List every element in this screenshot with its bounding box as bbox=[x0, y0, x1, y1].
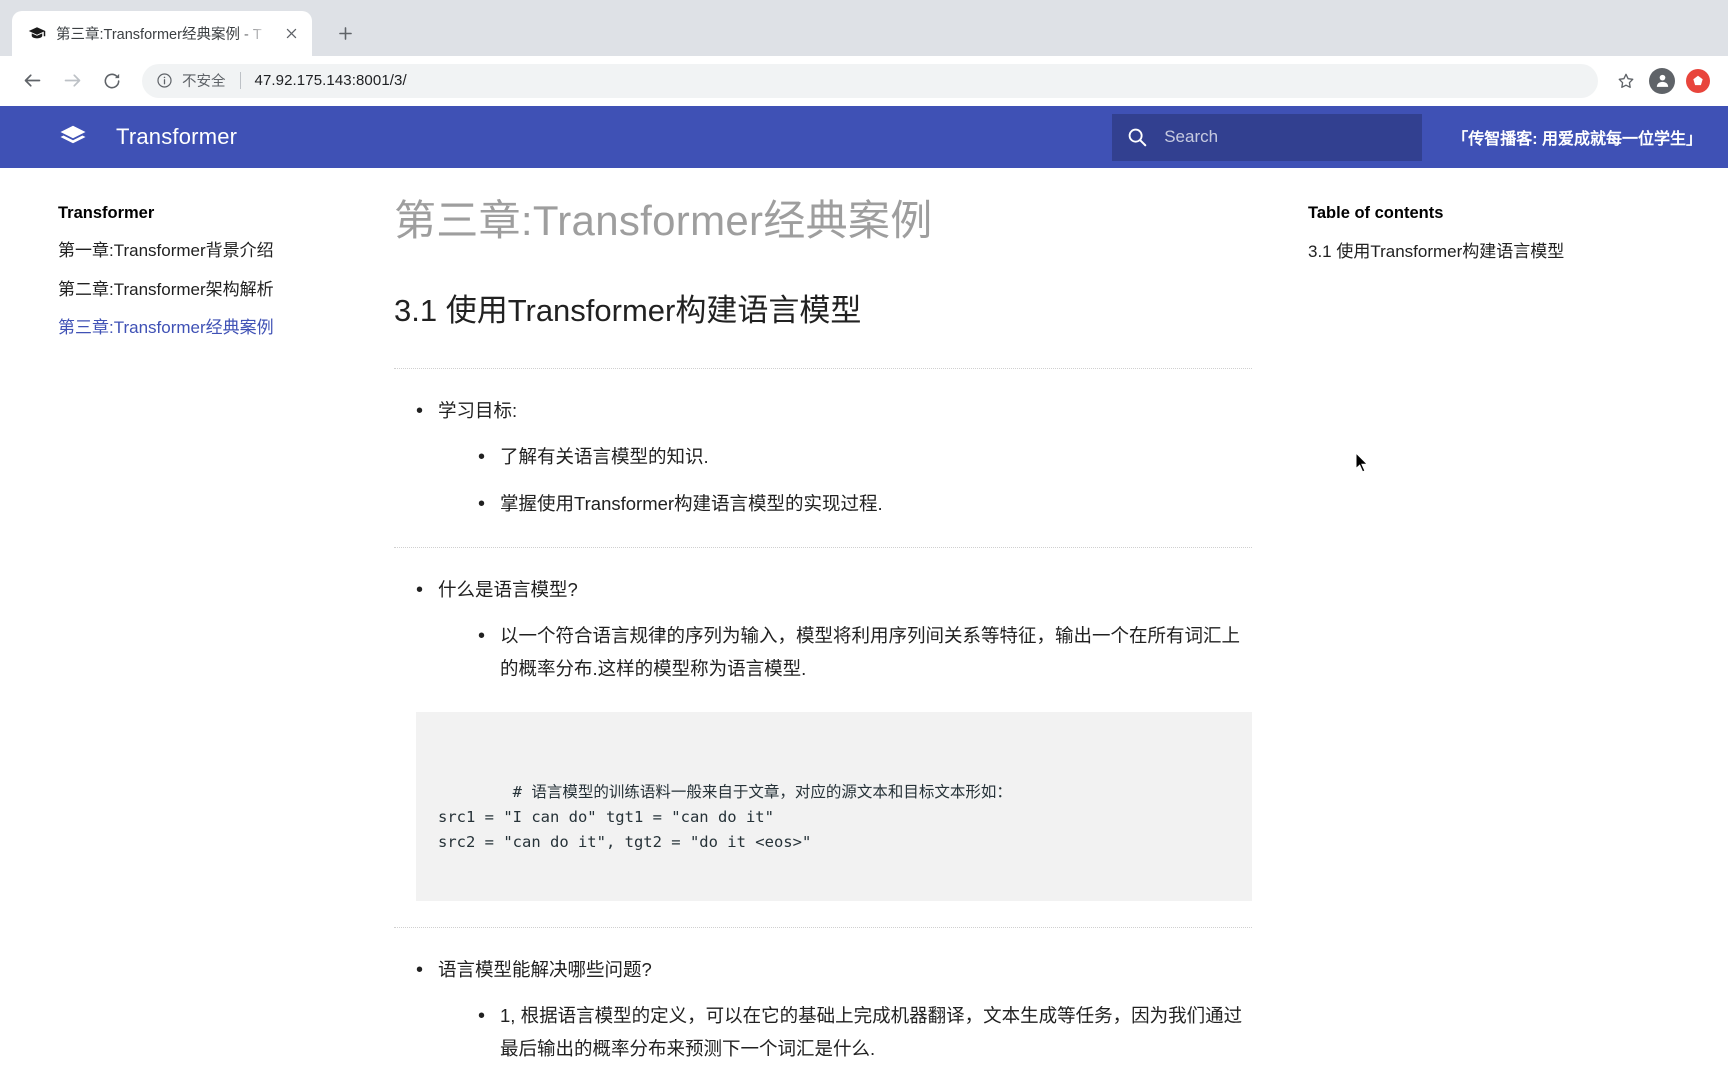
browser-window: 第三章:Transformer经典案例 - T 不安全 47.92.175.14… bbox=[0, 0, 1728, 1080]
header-slogan: 「传智播客: 用爱成就每一位学生」 bbox=[1452, 131, 1702, 148]
site-header: Transformer 「传智播客: 用爱成就每一位学生」 bbox=[0, 106, 1728, 168]
list-item: 学习目标: 了解有关语言模型的知识. 掌握使用Transformer构建语言模型… bbox=[416, 394, 1252, 523]
list-item: 掌握使用Transformer构建语言模型的实现过程. bbox=[478, 487, 1252, 523]
omnibox-divider bbox=[239, 72, 241, 89]
security-status-label: 不安全 bbox=[182, 74, 226, 90]
sub-list: 1, 根据语言模型的定义，可以在它的基础上完成机器翻译，文本生成等任务，因为我们… bbox=[438, 999, 1252, 1066]
new-tab-button[interactable] bbox=[326, 14, 364, 52]
info-circle-icon[interactable] bbox=[156, 72, 173, 89]
list-item: 以一个符合语言规律的序列为输入，模型将利用序列间关系等特征，输出一个在所有词汇上… bbox=[478, 619, 1252, 686]
mkdocs-material-logo-icon[interactable] bbox=[58, 122, 92, 152]
address-bar[interactable]: 不安全 47.92.175.143:8001/3/ bbox=[142, 63, 1598, 98]
reload-icon[interactable] bbox=[94, 63, 130, 99]
list-item: 什么是语言模型? 以一个符合语言规律的序列为输入，模型将利用序列间关系等特征，输… bbox=[416, 573, 1252, 686]
arrow-forward-icon[interactable] bbox=[54, 63, 90, 99]
account-avatar-icon[interactable] bbox=[1646, 65, 1678, 97]
sidebar-item-chapter-2[interactable]: 第二章:Transformer架构解析 bbox=[58, 278, 352, 303]
sidebar-item-chapter-1[interactable]: 第一章:Transformer背景介绍 bbox=[58, 239, 352, 264]
toc-heading: Table of contents bbox=[1308, 204, 1444, 222]
list-item: 语言模型能解决哪些问题? 1, 根据语言模型的定义，可以在它的基础上完成机器翻译… bbox=[416, 953, 1252, 1066]
code-text: # 语言模型的训练语料一般来自于文章，对应的源文本和目标文本形如： src1 =… bbox=[438, 783, 1012, 852]
bullet-text: 语言模型能解决哪些问题? bbox=[438, 958, 652, 980]
sub-list: 以一个符合语言规律的序列为输入，模型将利用序列间关系等特征，输出一个在所有词汇上… bbox=[438, 619, 1252, 686]
address-bar-url: 47.92.175.143:8001/3/ bbox=[254, 72, 407, 89]
divider bbox=[394, 546, 1252, 548]
site-title: Transformer bbox=[116, 124, 238, 149]
browser-toolbar: 不安全 47.92.175.143:8001/3/ bbox=[0, 56, 1728, 106]
graduation-cap-icon bbox=[28, 25, 46, 43]
bullet-text: 学习目标: bbox=[438, 399, 518, 421]
tab-title: 第三章:Transformer经典案例 - T bbox=[56, 27, 262, 43]
copy-icon[interactable] bbox=[1216, 726, 1234, 746]
section-heading: 3.1 使用Transformer构建语言模型 bbox=[394, 293, 862, 329]
page-title: 第三章:Transformer经典案例 bbox=[394, 197, 933, 244]
sidebar-navigation: Transformer 第一章:Transformer背景介绍 第二章:Tran… bbox=[0, 168, 352, 1080]
bullet-text: 什么是语言模型? bbox=[438, 578, 578, 600]
list-block-3: 语言模型能解决哪些问题? 1, 根据语言模型的定义，可以在它的基础上完成机器翻译… bbox=[394, 953, 1252, 1066]
toc-item-3-1[interactable]: 3.1 使用Transformer构建语言模型 bbox=[1308, 239, 1582, 265]
list-block-2: 什么是语言模型? 以一个符合语言规律的序列为输入，模型将利用序列间关系等特征，输… bbox=[394, 573, 1252, 686]
search-icon bbox=[1126, 126, 1148, 148]
browser-tab[interactable]: 第三章:Transformer经典案例 - T bbox=[12, 11, 312, 56]
tab-strip: 第三章:Transformer经典案例 - T bbox=[0, 0, 1728, 56]
sidebar-heading: Transformer bbox=[58, 204, 155, 222]
list-item: 1, 根据语言模型的定义，可以在它的基础上完成机器翻译，文本生成等任务，因为我们… bbox=[478, 999, 1252, 1066]
arrow-back-icon[interactable] bbox=[14, 63, 50, 99]
search-box[interactable] bbox=[1112, 113, 1423, 161]
extension-red-icon[interactable] bbox=[1682, 65, 1714, 97]
star-icon[interactable] bbox=[1610, 65, 1642, 97]
sub-list: 了解有关语言模型的知识. 掌握使用Transformer构建语言模型的实现过程. bbox=[438, 440, 1252, 523]
list-block-1: 学习目标: 了解有关语言模型的知识. 掌握使用Transformer构建语言模型… bbox=[394, 394, 1252, 523]
search-input[interactable] bbox=[1162, 126, 1409, 148]
sidebar-item-chapter-3[interactable]: 第三章:Transformer经典案例 bbox=[58, 316, 352, 341]
page-body: Transformer 第一章:Transformer背景介绍 第二章:Tran… bbox=[0, 168, 1728, 1080]
list-item: 了解有关语言模型的知识. bbox=[478, 440, 1252, 476]
main-content: 第三章:Transformer经典案例 3.1 使用Transformer构建语… bbox=[352, 168, 1292, 1080]
close-icon[interactable] bbox=[280, 23, 302, 45]
code-block: # 语言模型的训练语料一般来自于文章，对应的源文本和目标文本形如： src1 =… bbox=[416, 712, 1252, 901]
table-of-contents: Table of contents 3.1 使用Transformer构建语言模… bbox=[1292, 168, 1622, 1080]
divider bbox=[394, 926, 1252, 928]
divider bbox=[394, 367, 1252, 369]
